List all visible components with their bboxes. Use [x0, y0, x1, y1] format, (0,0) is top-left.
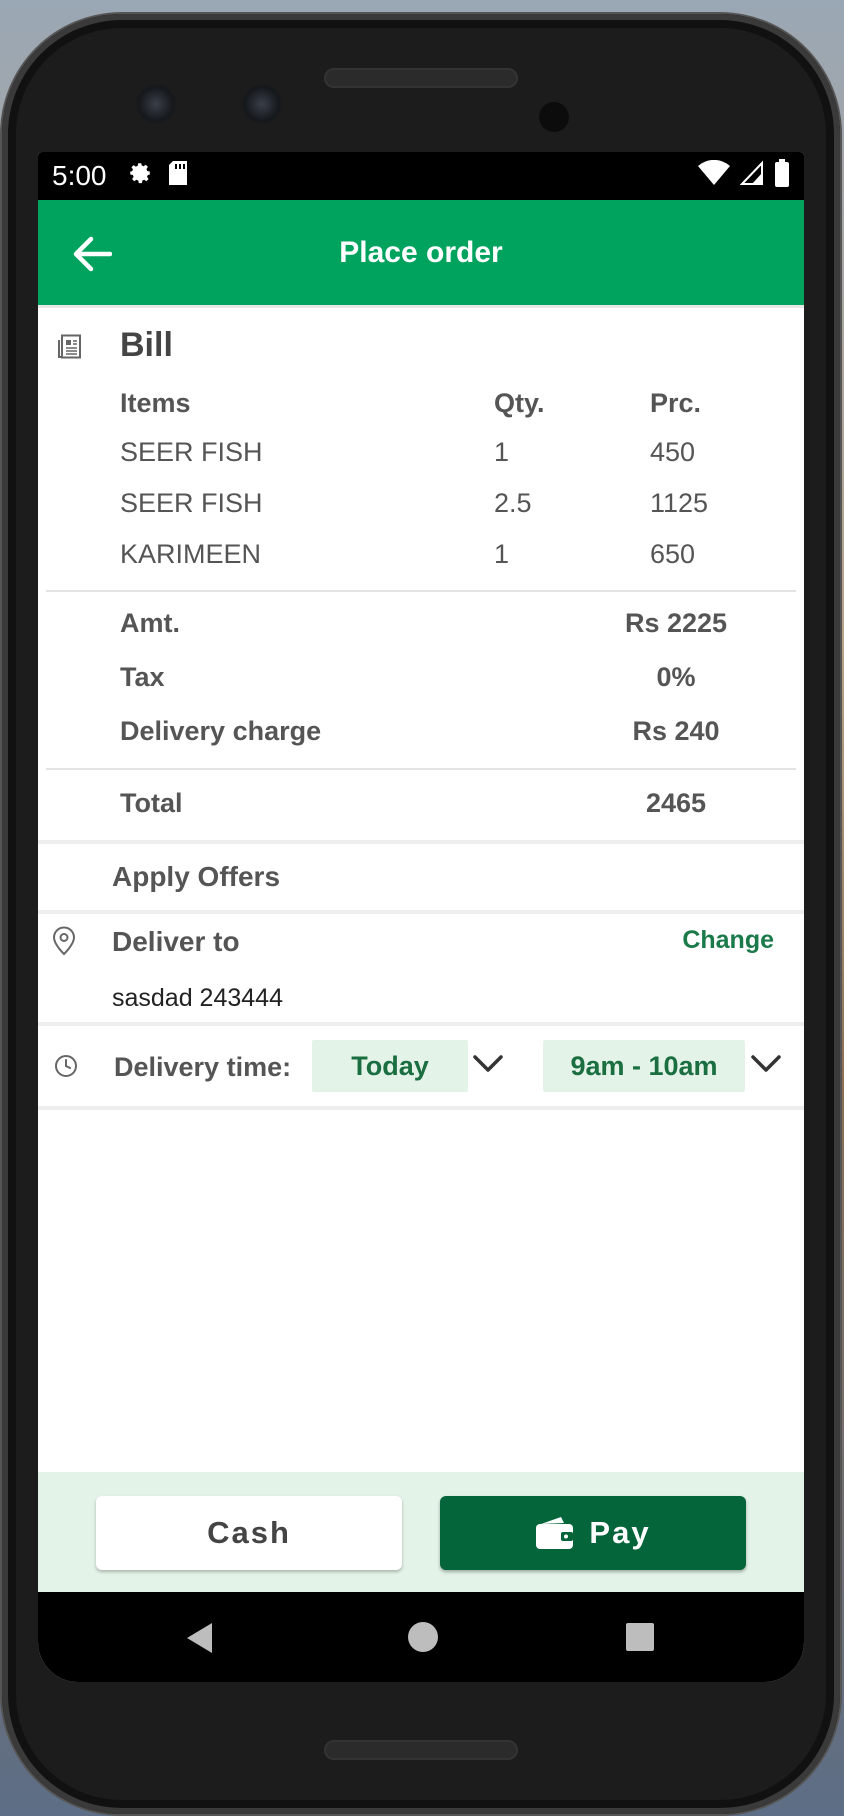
front-camera [136, 84, 176, 124]
tax-row: Tax 0% [120, 650, 804, 704]
receipt-icon [58, 334, 82, 360]
items-header: Items [120, 387, 191, 418]
front-sensor [242, 84, 282, 124]
bill-item-row: SEER FISH 2.5 1125 [120, 478, 804, 529]
item-name: KARIMEEN [120, 539, 262, 569]
chevron-down-icon[interactable] [472, 1052, 504, 1076]
delivery-charge-label: Delivery charge [120, 715, 322, 746]
app-bar: Place order [38, 200, 804, 308]
sd-card-icon [167, 160, 189, 193]
system-nav-bar [38, 1592, 804, 1682]
item-name: SEER FISH [120, 488, 263, 518]
tax-label: Tax [120, 661, 165, 692]
location-pin-icon [52, 926, 76, 956]
bill-header-row: Items Qty. Prc. [120, 379, 804, 427]
apply-offers-button[interactable]: Apply Offers [38, 844, 804, 914]
deliver-to-section: Deliver to Change sasdad 243444 [38, 914, 804, 1026]
change-address-button[interactable]: Change [682, 926, 774, 955]
page-title: Place order [339, 235, 503, 269]
arrow-left-icon[interactable] [72, 236, 113, 272]
amount-value: Rs 2225 [624, 607, 728, 638]
bill-title: Bill [120, 326, 173, 364]
bill-item-row: KARIMEEN 1 650 [120, 529, 804, 580]
delivery-slot-select[interactable]: 9am - 10am [543, 1040, 745, 1092]
proximity-sensor [539, 102, 569, 132]
deliver-to-label: Deliver to [112, 926, 240, 957]
total-label: Total [120, 787, 183, 818]
delivery-time-label: Delivery time: [114, 1052, 292, 1082]
item-qty: 1 [494, 437, 510, 467]
chevron-down-icon[interactable] [750, 1052, 782, 1076]
top-speaker [324, 68, 518, 88]
status-bar: 5:00 [38, 152, 804, 200]
delivery-charge-row: Delivery charge Rs 240 [120, 704, 804, 758]
divider [46, 768, 796, 770]
pay-label: Pay [589, 1515, 651, 1550]
qty-header: Qty. [494, 387, 545, 418]
item-price: 1125 [650, 488, 709, 518]
nav-back-icon[interactable] [186, 1622, 214, 1659]
total-value: 2465 [645, 787, 707, 818]
delivery-day-select[interactable]: Today [312, 1040, 468, 1092]
cash-label: Cash [207, 1515, 291, 1550]
amount-row: Amt. Rs 2225 [120, 596, 804, 650]
bill-item-row: SEER FISH 1 450 [120, 427, 804, 478]
item-price: 450 [650, 437, 696, 467]
item-qty: 2.5 [494, 488, 532, 518]
gear-icon [127, 160, 153, 193]
battery-icon [774, 158, 790, 194]
delivery-time-section: Delivery time: Today 9am - 10am [38, 1026, 804, 1110]
total-row: Total 2465 [120, 774, 804, 832]
signal-icon [739, 160, 764, 193]
payment-footer: Cash Pay [38, 1472, 804, 1592]
clock-icon [54, 1054, 78, 1078]
divider [46, 590, 796, 592]
wifi-icon [698, 159, 730, 193]
cash-button[interactable]: Cash [96, 1496, 402, 1570]
item-qty: 1 [494, 539, 510, 569]
pay-button[interactable]: Pay [440, 1496, 746, 1570]
section-divider [38, 840, 804, 844]
price-header: Prc. [650, 387, 702, 418]
status-time: 5:00 [52, 160, 107, 191]
app-screen: 5:00 Place order Bill Items Qty. Prc. SE… [38, 152, 804, 1682]
delivery-address: sasdad 243444 [112, 984, 283, 1012]
delivery-charge-value: Rs 240 [632, 715, 720, 746]
item-price: 650 [650, 539, 696, 569]
nav-recents-icon[interactable] [626, 1623, 654, 1651]
bottom-speaker [324, 1740, 518, 1760]
nav-home-icon[interactable] [408, 1622, 438, 1652]
bill-section: Bill Items Qty. Prc. SEER FISH 1 450 SEE… [38, 308, 804, 844]
amount-label: Amt. [120, 607, 180, 638]
wallet-icon [535, 1516, 575, 1550]
tax-value: 0% [656, 661, 696, 692]
item-name: SEER FISH [120, 437, 263, 467]
